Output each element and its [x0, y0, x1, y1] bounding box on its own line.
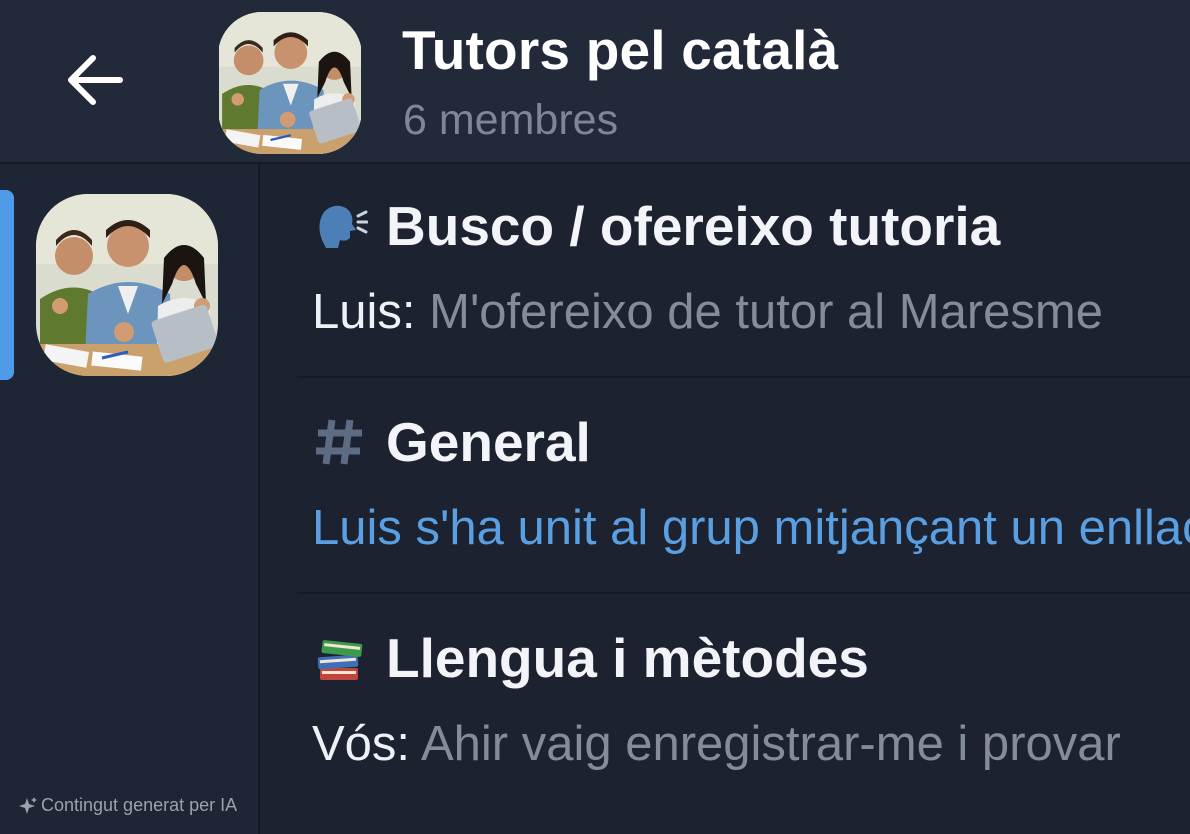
back-button[interactable] — [56, 44, 134, 116]
divider — [297, 592, 1190, 594]
system-message: Luis s'ha unit al grup mitjançant un enl… — [312, 501, 1190, 555]
divider — [297, 376, 1190, 378]
speaking-head-icon — [312, 198, 368, 254]
chat-header: Tutors pel català 6 membres — [0, 0, 1190, 164]
last-message: Vós: Ahir vaig enregistrar-me i provar — [312, 716, 1121, 772]
sparkle-icon — [19, 796, 37, 814]
group-avatar[interactable] — [218, 12, 362, 154]
member-count: 6 membres — [403, 96, 619, 144]
group-photo — [219, 12, 362, 154]
message-text: Ahir vaig enregistrar-me i provar — [410, 717, 1121, 771]
topic-title-row: Busco / ofereixo tutoria — [312, 194, 1000, 258]
topic-name: Llengua i mètodes — [386, 627, 869, 689]
topic-title-row: General — [312, 410, 591, 474]
topic-name: Busco / ofereixo tutoria — [386, 195, 1001, 257]
topic-item[interactable]: General Luis s'ha unit al grup mitjançan… — [260, 380, 1190, 594]
topic-list: Busco / ofereixo tutoria Luis: M'ofereix… — [260, 164, 1190, 834]
sidebar: Contingut generat per IA — [0, 164, 260, 834]
active-indicator — [0, 190, 14, 380]
ai-generated-note: Contingut generat per IA — [18, 795, 237, 816]
sidebar-group-avatar[interactable] — [36, 194, 218, 376]
ai-note-text: Contingut generat per IA — [41, 795, 238, 815]
books-icon — [312, 630, 368, 686]
arrow-left-icon — [68, 55, 123, 105]
group-title: Tutors pel català — [402, 19, 839, 81]
message-text: M'ofereixo de tutor al Maresme — [415, 285, 1103, 339]
hash-icon — [312, 414, 368, 470]
topic-item[interactable]: Busco / ofereixo tutoria Luis: M'ofereix… — [260, 164, 1190, 378]
last-message: Luis s'ha unit al grup mitjançant un enl… — [312, 500, 1190, 556]
topic-item[interactable]: Llengua i mètodes Vós: Ahir vaig enregis… — [260, 596, 1190, 810]
topic-name: General — [386, 411, 591, 473]
topic-title-row: Llengua i mètodes — [312, 626, 869, 690]
message-sender: Vós: — [312, 717, 411, 771]
last-message: Luis: M'ofereixo de tutor al Maresme — [312, 284, 1103, 340]
app-window: Tutors pel català 6 membres Contingut ge… — [0, 0, 1190, 834]
group-photo — [36, 194, 218, 376]
message-sender: Luis: — [312, 285, 416, 339]
